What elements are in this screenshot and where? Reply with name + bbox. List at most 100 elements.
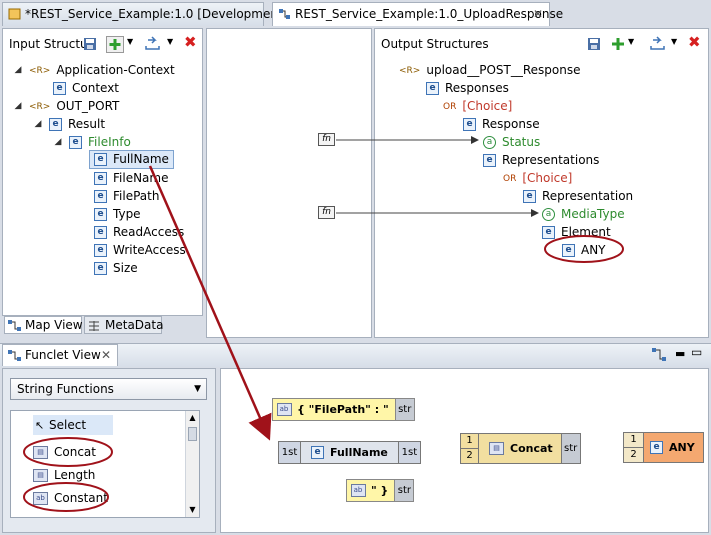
tree-node-element[interactable]: e Element (542, 223, 611, 241)
tree-node-readaccess[interactable]: e ReadAccess (94, 223, 184, 241)
panel-title: Input Structu (9, 37, 88, 51)
expand-icon[interactable]: ◢ (53, 133, 63, 151)
expand-icon[interactable]: ◢ (33, 115, 43, 133)
output-node-any[interactable]: 1 2 e ANY (623, 432, 704, 463)
constant-node-close-brace[interactable]: ab " } str (346, 479, 415, 502)
tree-node-upload-post-response[interactable]: <R> upload__POST__Response (399, 61, 580, 79)
tree-node-fileinfo[interactable]: ◢ e FileInfo (53, 133, 131, 151)
element-icon: e (94, 172, 107, 185)
close-icon[interactable]: ✕ (101, 345, 111, 366)
list-scrollbar[interactable]: ▲ ▼ (185, 411, 199, 517)
list-item-select[interactable]: ↖ Select (33, 415, 113, 435)
input-node-fullname[interactable]: 1st e FullName 1st (278, 441, 421, 464)
tree-node-application-context[interactable]: ◢ <R> Application-Context (13, 61, 175, 79)
tree-label: MediaType (561, 207, 625, 221)
tree-node-writeaccess[interactable]: e WriteAccess (94, 241, 186, 259)
element-icon: e (49, 118, 62, 131)
map-view-icon (8, 320, 21, 331)
tree-node-any[interactable]: e ANY (562, 241, 606, 259)
tree-node-response[interactable]: e Response (463, 115, 540, 133)
mapping-canvas (206, 28, 372, 338)
tree-node-size[interactable]: e Size (94, 259, 138, 277)
input-port-1[interactable]: 1 (624, 433, 643, 448)
concat-node[interactable]: 1 2 ▤ Concat str (460, 433, 581, 464)
tree-node-representation[interactable]: e Representation (523, 187, 633, 205)
import-icon[interactable] (144, 36, 162, 51)
import-icon[interactable] (649, 36, 667, 51)
save-icon[interactable] (587, 37, 601, 51)
list-label: Concat (54, 445, 96, 459)
scroll-down-icon[interactable]: ▼ (186, 503, 199, 517)
element-icon: e (94, 190, 107, 203)
input-port-2[interactable]: 2 (624, 448, 643, 462)
dropdown-arrow-icon[interactable]: ▼ (671, 37, 677, 46)
tree-node-out-port[interactable]: ◢ <R> OUT_PORT (13, 97, 120, 115)
tree-label: FilePath (113, 189, 160, 203)
tree-node-responses[interactable]: e Responses (426, 79, 509, 97)
scroll-up-icon[interactable]: ▲ (186, 411, 199, 425)
tree-node-status[interactable]: a Status (483, 133, 540, 151)
tree-node-representations[interactable]: e Representations (483, 151, 599, 169)
element-icon: e (542, 226, 555, 239)
list-label: Select (49, 418, 87, 432)
tree-node-mediatype[interactable]: a MediaType (542, 205, 625, 223)
tab-funclet-view[interactable]: Funclet View ✕ (2, 344, 118, 366)
tree-label: Result (68, 117, 106, 131)
tab-upload-response[interactable]: REST_Service_Example:1.0_UploadResponse … (272, 2, 563, 26)
tree-label: Context (72, 81, 120, 95)
tree-node-filename[interactable]: e FileName (94, 169, 168, 187)
tree-label: Representations (502, 153, 600, 167)
function-icon[interactable]: fn (318, 206, 335, 219)
tab-label: Funclet View (25, 348, 101, 362)
dropdown-arrow-icon[interactable]: ▼ (167, 37, 173, 46)
dropdown-arrow-icon[interactable]: ▼ (628, 37, 634, 46)
constant-node-filepath[interactable]: ab { "FilePath" : " str (272, 398, 415, 421)
tree-node-filepath[interactable]: e FilePath (94, 187, 159, 205)
tree-node-fullname[interactable]: e FullName (89, 150, 174, 169)
layout-icon[interactable] (652, 348, 666, 361)
tab-metadata[interactable]: MetaData (84, 316, 163, 334)
tree-node-choice-2[interactable]: OR [Choice] (503, 169, 572, 187)
tree-node-context[interactable]: e Context (53, 79, 119, 97)
root-icon: <R> (29, 65, 51, 76)
concat-icon: ▤ (33, 446, 48, 459)
function-icon[interactable]: fn (318, 133, 335, 146)
input-port-2[interactable]: 2 (461, 449, 478, 463)
expand-icon[interactable]: ◢ (13, 61, 23, 79)
scroll-thumb[interactable] (188, 427, 197, 441)
output-type: str (394, 480, 414, 501)
tab-map-view[interactable]: Map View (4, 316, 83, 334)
add-icon[interactable] (106, 36, 124, 53)
funclet-icon (8, 350, 21, 361)
constant-icon: ab (276, 403, 292, 416)
function-list[interactable]: ↖ Select ▤ Concat ▤ Length ab Constant ▲ ▼ (10, 410, 200, 518)
expand-icon[interactable]: ◢ (13, 97, 23, 115)
element-icon: e (94, 153, 107, 166)
maximize-icon[interactable]: ▭ (691, 345, 702, 359)
tree-label: OUT_PORT (56, 99, 120, 113)
input-port-1[interactable]: 1 (461, 434, 478, 449)
tree-label: ReadAccess (113, 225, 185, 239)
list-item-concat[interactable]: ▤ Concat (33, 442, 96, 462)
close-icon[interactable]: ✕ (533, 3, 543, 25)
attribute-icon: a (483, 136, 496, 149)
tree-node-choice[interactable]: OR [Choice] (443, 97, 512, 115)
function-category-select[interactable]: String Functions ▼ (10, 378, 207, 400)
dropdown-arrow-icon[interactable]: ▼ (127, 37, 133, 46)
tree-node-type[interactable]: e Type (94, 205, 141, 223)
tree-label: FileInfo (88, 135, 131, 149)
save-icon[interactable] (83, 37, 97, 51)
node-label: Concat (510, 442, 553, 455)
add-icon[interactable] (611, 37, 625, 51)
list-item-length[interactable]: ▤ Length (33, 465, 95, 485)
constant-value: " } (371, 484, 389, 497)
tree-node-result[interactable]: ◢ e Result (33, 115, 105, 133)
delete-icon[interactable]: ✖ (184, 33, 197, 51)
tab-development[interactable]: *REST_Service_Example:1.0 [Development] (2, 2, 287, 26)
element-icon: e (650, 441, 663, 454)
minimize-icon[interactable]: ▬ (675, 347, 685, 360)
list-item-constant[interactable]: ab Constant (33, 488, 108, 508)
delete-icon[interactable]: ✖ (688, 33, 701, 51)
element-icon: e (562, 244, 575, 257)
root-icon: <R> (29, 101, 51, 112)
